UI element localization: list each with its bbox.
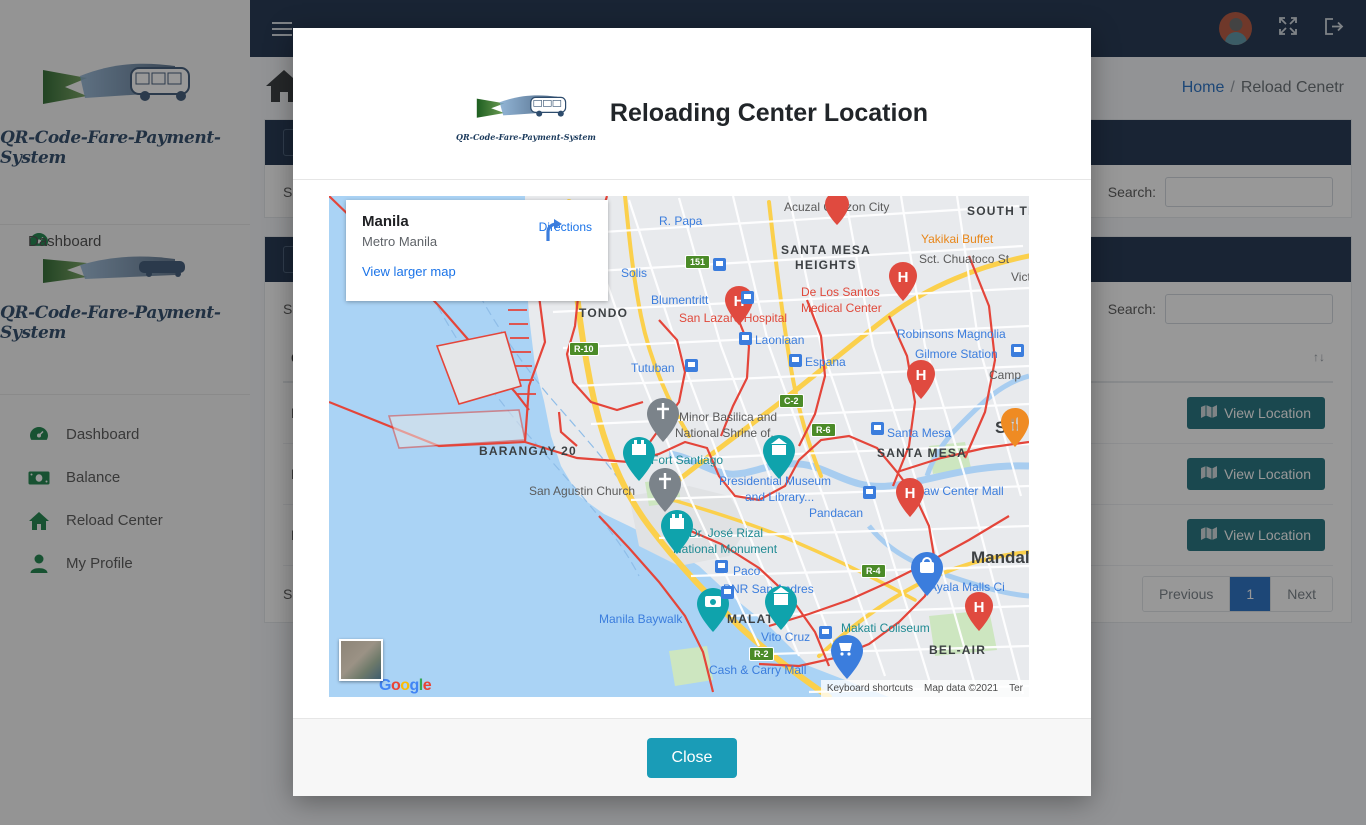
modal-header: QR-Code-Fare-Payment-System Reloading Ce… (293, 28, 1091, 180)
modal-logo-text: QR-Code-Fare-Payment-System (456, 132, 596, 142)
app-root: QR-Code-Fare-Payment-System Dashboard QR… (0, 0, 1366, 825)
keyboard-shortcuts-link[interactable]: Keyboard shortcuts (827, 683, 913, 694)
google-map[interactable]: Acuzal Quezon CitySOUTH TRR. PapaSANTA M… (329, 196, 1029, 697)
google-logo: Google (379, 677, 431, 695)
map-label: R-2 (749, 647, 774, 661)
terms-link[interactable]: Ter (1009, 683, 1023, 694)
modal-footer: Close (293, 718, 1091, 796)
close-button[interactable]: Close (647, 738, 738, 778)
satellite-thumbnail[interactable] (339, 639, 383, 681)
map-label: R-10 (569, 342, 599, 356)
map-label: R-6 (811, 423, 836, 437)
map-label: R-4 (861, 564, 886, 578)
modal-title: Reloading Center Location (610, 99, 928, 128)
map-info-card: Manila Metro Manila View larger map Dire… (346, 200, 608, 301)
reloading-center-location-modal: QR-Code-Fare-Payment-System Reloading Ce… (293, 28, 1091, 796)
view-larger-map-link[interactable]: View larger map (362, 264, 592, 279)
bus-logo-icon (472, 86, 580, 134)
map-attribution: Keyboard shortcuts Map data ©2021 Ter (821, 680, 1029, 697)
modal-body: Acuzal Quezon CitySOUTH TRR. PapaSANTA M… (293, 180, 1091, 718)
directions-arrow-icon (539, 218, 565, 242)
map-label: 151 (685, 255, 710, 269)
directions-button[interactable]: Directions (539, 218, 592, 234)
map-data-text: Map data ©2021 (924, 683, 998, 694)
map-label: C-2 (779, 394, 804, 408)
